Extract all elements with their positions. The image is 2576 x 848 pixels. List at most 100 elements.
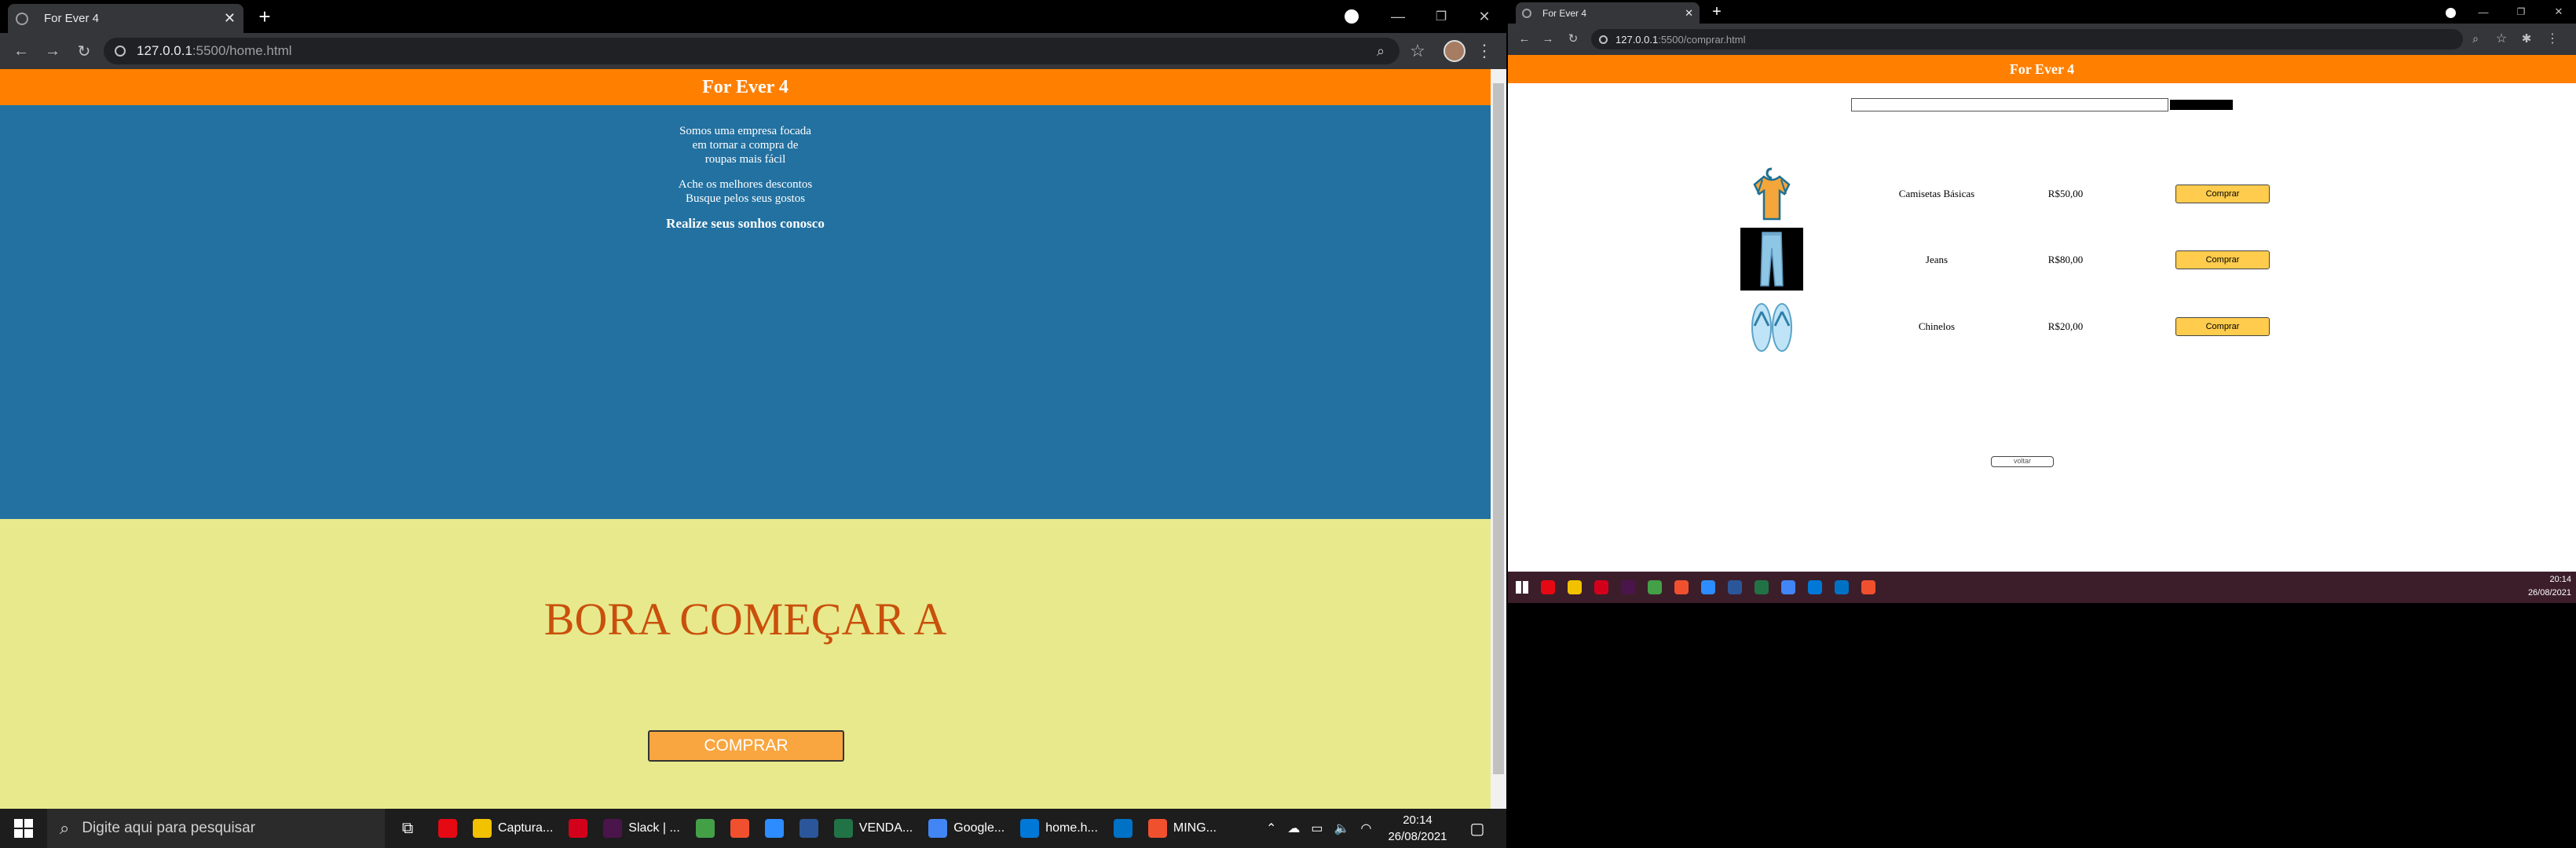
close-window-icon[interactable]: ✕ [1473, 5, 1496, 28]
scrollbar[interactable] [1491, 69, 1506, 809]
left-tab[interactable]: For Ever 4 ✕ [8, 4, 243, 33]
slack-app-icon[interactable] [1621, 580, 1635, 594]
chrome-app-icon[interactable] [1781, 580, 1795, 594]
new-tab-icon[interactable]: + [253, 5, 276, 28]
cta-section [0, 519, 1491, 809]
slack-app[interactable]: Slack | ... [598, 809, 685, 848]
wifi-icon[interactable]: ◠ [1360, 821, 1371, 836]
zoom-icon[interactable]: ⌕ [2468, 31, 2483, 46]
close-tab-icon[interactable]: ✕ [1685, 7, 1693, 20]
voltar-button[interactable]: voltar [1991, 456, 2054, 467]
git-app-icon[interactable] [1674, 580, 1689, 594]
windows-start-icon[interactable] [14, 819, 33, 838]
left-header-title: For Ever 4 [702, 77, 789, 97]
chevron-up-icon[interactable]: ⌃ [1266, 821, 1276, 836]
new-tab-icon[interactable]: + [1707, 2, 1726, 21]
cloud-icon[interactable]: ☁ [1287, 821, 1300, 836]
reload-icon[interactable]: ↻ [1564, 30, 1582, 47]
forward-icon[interactable]: → [41, 39, 64, 63]
excel-app-icon [833, 819, 853, 838]
zoom-app-icon[interactable] [1701, 580, 1715, 594]
mingw-app-icon[interactable] [1861, 580, 1875, 594]
puzzle-icon[interactable]: ✱ [2518, 30, 2535, 47]
taskbar-apps: Captura... Slack | ... VENDA... Google... ho… [434, 809, 1221, 848]
explorer-app-icon[interactable] [1568, 580, 1582, 594]
zoom-icon[interactable]: ⌕ [1370, 41, 1391, 61]
tab-search-icon[interactable] [2444, 6, 2457, 19]
vscode-app-icon[interactable] [1808, 580, 1822, 594]
menu-dots-icon[interactable]: ⋮ [1476, 39, 1493, 63]
excel-app[interactable]: VENDA... [829, 809, 917, 848]
mail-app[interactable] [1109, 809, 1137, 848]
taskbar-search[interactable]: ⌕ Digite aqui para pesquisar [47, 809, 385, 848]
right-taskbar-clock[interactable]: 20:14 26/08/2021 [2513, 573, 2571, 601]
task-view-icon[interactable]: ⧉ [397, 817, 419, 839]
windows-start-icon[interactable] [1516, 581, 1528, 594]
hero-section: Somos uma empresa focada em tornar a com… [0, 105, 1491, 519]
buy-button[interactable]: Comprar [2175, 185, 2270, 203]
right-taskbar-apps [1516, 572, 1875, 603]
minimize-icon[interactable]: — [1386, 5, 1410, 28]
battery-icon[interactable]: ▭ [1311, 821, 1323, 836]
search-input[interactable] [1851, 98, 2168, 111]
right-header-title: For Ever 4 [2009, 61, 2075, 77]
vscode-app[interactable]: home.h... [1015, 809, 1103, 848]
restore-icon[interactable]: ❐ [2512, 2, 2530, 21]
chrome-app[interactable]: Google... [924, 809, 1009, 848]
tab-search-icon[interactable] [1343, 8, 1360, 25]
netflix-app-icon[interactable] [1541, 580, 1555, 594]
taskbar-clock[interactable]: 20:14 26/08/2021 [1382, 812, 1453, 846]
clock-time: 20:14 [2549, 575, 2571, 584]
search-submit-button[interactable] [2170, 100, 2233, 110]
word-app[interactable] [795, 809, 823, 848]
chrome-app-icon [928, 819, 948, 838]
back-icon[interactable]: ← [9, 39, 33, 63]
volume-icon[interactable]: 🔈 [1334, 821, 1350, 836]
black-area [1508, 603, 2576, 848]
right-tab[interactable]: For Ever 4 ✕ [1516, 2, 1700, 24]
left-url-path: :5500/home.html [192, 43, 292, 58]
excel-app-icon[interactable] [1755, 580, 1769, 594]
forward-icon[interactable]: → [1539, 30, 1557, 47]
notification-icon[interactable]: ▢ [1467, 818, 1487, 839]
profile-avatar[interactable] [1444, 40, 1465, 62]
opera-app-icon[interactable] [1594, 580, 1608, 594]
back-icon[interactable]: ← [1516, 30, 1533, 47]
right-address-bar[interactable]: 127.0.0.1:5500/comprar.html [1591, 29, 2463, 49]
tray-icons: ⌃ ☁ ▭ 🔈 ◠ [1266, 809, 1371, 848]
opera-app[interactable] [564, 809, 592, 848]
zoom-app[interactable] [760, 809, 789, 848]
buy-button[interactable]: Comprar [2175, 317, 2270, 336]
left-tab-title: For Ever 4 [44, 12, 100, 25]
bookmark-star-icon[interactable]: ☆ [2493, 30, 2510, 47]
reload-icon[interactable]: ↻ [72, 39, 96, 63]
mingw-app[interactable]: MING... [1143, 809, 1221, 848]
right-url-path: :5500/comprar.html [1658, 33, 1746, 46]
scrollbar-thumb[interactable] [1493, 83, 1504, 774]
close-tab-icon[interactable]: ✕ [224, 10, 236, 27]
comprar-button[interactable]: COMPRAR [648, 730, 844, 762]
flip-flops-icon [1751, 303, 1792, 352]
minimize-icon[interactable]: — [2474, 2, 2493, 21]
bookmark-star-icon[interactable]: ☆ [1406, 39, 1429, 63]
clock-date: 26/08/2021 [2527, 588, 2571, 598]
node-app[interactable] [691, 809, 719, 848]
buy-button[interactable]: Comprar [2175, 250, 2270, 269]
right-header: For Ever 4 [1508, 55, 2576, 83]
taskbar-app-label: Google... [953, 821, 1005, 835]
clock-time: 20:14 [1403, 813, 1433, 827]
restore-icon[interactable]: ❐ [1429, 5, 1453, 28]
word-app-icon [799, 819, 818, 838]
close-window-icon[interactable]: ✕ [2549, 2, 2568, 21]
netflix-app[interactable] [434, 809, 462, 848]
menu-dots-icon[interactable]: ⋮ [2545, 30, 2560, 47]
product-image-tshirt [1740, 163, 1803, 225]
left-address-bar[interactable]: 127.0.0.1:5500/home.html [104, 38, 1400, 64]
word-app-icon[interactable] [1728, 580, 1742, 594]
explorer-app[interactable]: Captura... [468, 809, 558, 848]
git-app[interactable] [726, 809, 754, 848]
node-app-icon[interactable] [1648, 580, 1662, 594]
mail-app-icon[interactable] [1835, 580, 1849, 594]
hero-strong: Realize seus sonhos conosco [666, 216, 825, 231]
clock-date: 26/08/2021 [1388, 830, 1447, 843]
